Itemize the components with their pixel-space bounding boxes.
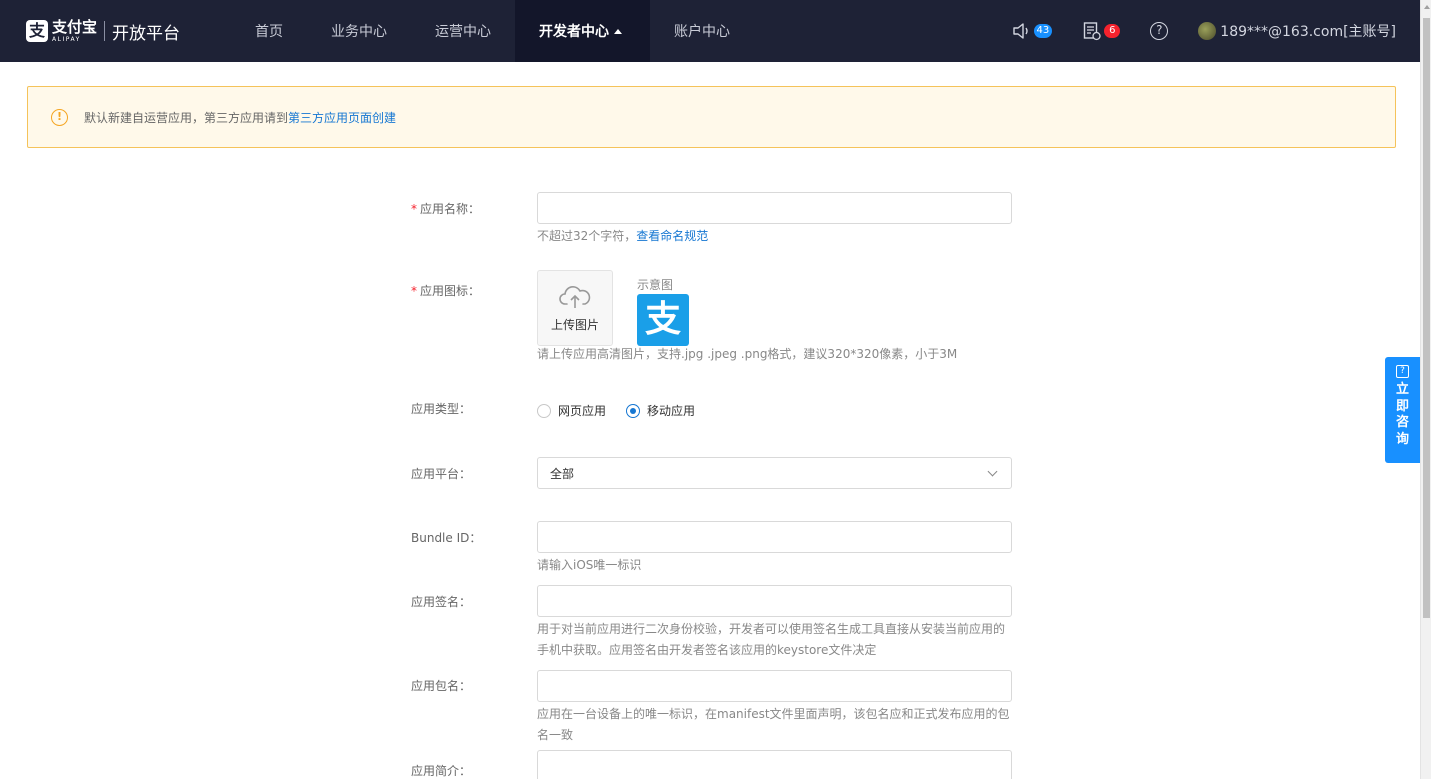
top-navigation-bar: 支 支付宝 ALIPAY 开放平台 首页 业务中心 运营中心 开发者中心 账户中… bbox=[0, 0, 1420, 62]
signature-hint: 用于对当前应用进行二次身份校验，开发者可以使用签名生成工具直接从安装当前应用的 … bbox=[537, 619, 1012, 661]
chevron-down-icon bbox=[987, 466, 998, 476]
task-list-icon bbox=[1084, 22, 1101, 41]
platform-select[interactable]: 全部 bbox=[537, 457, 1012, 489]
speaker-icon bbox=[1012, 23, 1028, 39]
notifications-count-badge: 43 bbox=[1033, 24, 1053, 38]
upload-image-button[interactable]: 上传图片 bbox=[537, 270, 613, 346]
package-name-label: 应用包名： bbox=[411, 679, 472, 693]
radio-checked-icon bbox=[626, 403, 641, 418]
nav-item-label: 首页 bbox=[255, 24, 283, 40]
avatar bbox=[1198, 22, 1217, 40]
example-label: 示意图 bbox=[637, 278, 674, 292]
platform-selected-value: 全部 bbox=[550, 466, 575, 481]
package-name-hint-line-1: 应用在一台设备上的唯一标识，在manifest文件里面声明，该包名应和正式发布应… bbox=[537, 707, 1010, 721]
upload-image-label: 上传图片 bbox=[550, 317, 599, 332]
app-name-label: * 应用名称： bbox=[411, 200, 531, 217]
radio-label: 网页应用 bbox=[558, 404, 607, 418]
notifications-button[interactable]: 43 bbox=[1012, 22, 1053, 40]
required-mark: * bbox=[411, 284, 417, 298]
bundle-id-label: Bundle ID： bbox=[411, 531, 482, 545]
consult-now-button[interactable]: ? 立即咨询 bbox=[1385, 357, 1420, 463]
radio-mobile-app[interactable]: 移动应用 bbox=[626, 402, 695, 419]
brand-name-en: ALIPAY bbox=[52, 35, 81, 43]
app-name-input[interactable] bbox=[537, 192, 1012, 224]
main-nav: 首页 业务中心 运营中心 开发者中心 账户中心 bbox=[231, 0, 754, 62]
bundle-id-input[interactable] bbox=[537, 521, 1012, 553]
nav-item-business-center[interactable]: 业务中心 bbox=[307, 0, 411, 62]
bundle-id-hint: 请输入iOS唯一标识 bbox=[537, 558, 642, 572]
info-alert: ! 默认新建自运营应用，第三方应用请到 第三方应用页面创建 bbox=[27, 86, 1396, 148]
app-icon-label-text: 应用图标： bbox=[420, 284, 481, 298]
account-menu[interactable]: 189***@163.com[主账号] bbox=[1198, 21, 1396, 41]
package-name-hint-line-2: 名一致 bbox=[537, 728, 574, 742]
example-alipay-icon: 支 bbox=[637, 294, 689, 346]
consult-now-label: 立即咨询 bbox=[1395, 382, 1409, 447]
nav-item-label: 开发者中心 bbox=[539, 24, 609, 40]
scroll-up-arrow-icon[interactable] bbox=[1424, 5, 1430, 9]
app-name-hint-text: 不超过32个字符， bbox=[537, 229, 637, 243]
app-name-hint: 不超过32个字符，查看命名规范 bbox=[537, 226, 1012, 247]
nav-item-home[interactable]: 首页 bbox=[231, 0, 307, 62]
nav-item-label: 业务中心 bbox=[331, 24, 387, 40]
alert-text: 默认新建自运营应用，第三方应用请到 bbox=[84, 110, 289, 125]
platform-label: 应用平台： bbox=[411, 467, 472, 481]
app-icon-label: * 应用图标： bbox=[411, 282, 531, 299]
caret-up-icon bbox=[614, 28, 622, 34]
signature-hint-line-2: 手机中获取。应用签名由开发者签名该应用的keystore文件决定 bbox=[537, 643, 877, 657]
brand-name-cn: 支付宝 bbox=[52, 17, 98, 36]
tasks-count-badge: 6 bbox=[1104, 24, 1121, 38]
brand-subtitle: 开放平台 bbox=[112, 23, 181, 44]
package-name-input[interactable] bbox=[537, 670, 1012, 702]
nav-utilities: 43 6 ? 189***@163.com[主账号] bbox=[982, 0, 1396, 62]
nav-item-account-center[interactable]: 账户中心 bbox=[650, 0, 754, 62]
signature-label: 应用签名： bbox=[411, 595, 472, 609]
scrollbar-thumb[interactable] bbox=[1423, 18, 1430, 618]
app-icon-hint: 请上传应用高清图片，支持.jpg .jpeg .png格式，建议320*320像… bbox=[537, 347, 958, 361]
brand[interactable]: 支 支付宝 ALIPAY 开放平台 bbox=[26, 0, 180, 62]
warning-icon: ! bbox=[51, 108, 68, 126]
package-name-hint: 应用在一台设备上的唯一标识，在manifest文件里面声明，该包名应和正式发布应… bbox=[537, 704, 1012, 746]
page-scrollbar[interactable] bbox=[1420, 0, 1431, 779]
brand-text: 支付宝 ALIPAY bbox=[52, 17, 98, 43]
radio-label: 移动应用 bbox=[647, 404, 696, 418]
tasks-button[interactable]: 6 bbox=[1082, 21, 1121, 41]
alipay-logo-icon: 支 bbox=[26, 20, 48, 42]
intro-label: 应用简介： bbox=[411, 764, 472, 778]
nav-item-developer-center[interactable]: 开发者中心 bbox=[515, 0, 650, 62]
signature-hint-line-1: 用于对当前应用进行二次身份校验，开发者可以使用签名生成工具直接从安装当前应用的 bbox=[537, 622, 1006, 636]
radio-web-app[interactable]: 网页应用 bbox=[537, 402, 606, 419]
nav-item-label: 运营中心 bbox=[435, 24, 491, 40]
question-chat-icon: ? bbox=[1396, 365, 1409, 378]
app-type-label: 应用类型： bbox=[411, 402, 472, 416]
radio-unchecked-icon bbox=[537, 403, 551, 418]
third-party-app-link[interactable]: 第三方应用页面创建 bbox=[288, 109, 396, 126]
help-button[interactable]: ? bbox=[1150, 22, 1169, 40]
app-type-radio-group: 网页应用 移动应用 bbox=[537, 402, 715, 419]
naming-rules-link[interactable]: 查看命名规范 bbox=[636, 229, 708, 243]
help-icon: ? bbox=[1150, 22, 1169, 40]
intro-input[interactable] bbox=[537, 750, 1012, 779]
required-mark: * bbox=[411, 202, 417, 216]
app-name-label-text: 应用名称： bbox=[420, 202, 481, 216]
brand-divider bbox=[104, 21, 106, 41]
cloud-upload-icon bbox=[559, 285, 591, 308]
nav-item-label: 账户中心 bbox=[674, 24, 730, 40]
nav-item-operations-center[interactable]: 运营中心 bbox=[411, 0, 515, 62]
signature-input[interactable] bbox=[537, 585, 1012, 617]
account-name: 189***@163.com[主账号] bbox=[1220, 24, 1396, 40]
